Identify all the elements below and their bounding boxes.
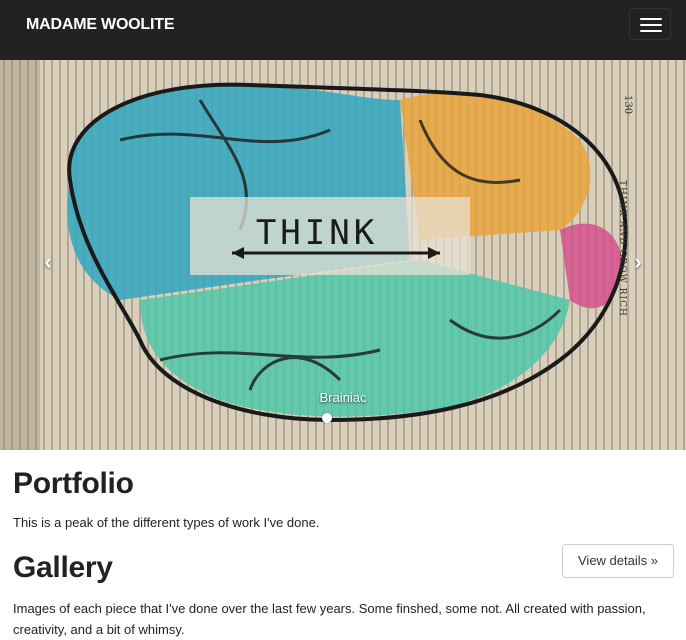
- svg-text:THINK AND GROW RICH: THINK AND GROW RICH: [617, 180, 627, 317]
- top-navbar: MADAME WOOLITE: [0, 0, 686, 60]
- portfolio-description: This is a peak of the different types of…: [13, 515, 320, 530]
- chevron-right-icon: ›: [634, 249, 642, 274]
- carousel-next-button[interactable]: ›: [626, 250, 650, 274]
- gallery-heading: Gallery: [13, 551, 113, 584]
- image-carousel: THINK 130 THINK AND GROW RICH ‹ › Braini…: [0, 60, 686, 450]
- hamburger-menu-icon-bar: [640, 24, 662, 26]
- view-details-button[interactable]: View details »: [562, 544, 674, 578]
- svg-text:THINK: THINK: [256, 213, 378, 253]
- carousel-indicator[interactable]: [322, 413, 332, 423]
- hamburger-menu-icon-bar: [640, 30, 662, 32]
- hamburger-menu-icon: [640, 18, 662, 20]
- svg-text:130: 130: [622, 95, 633, 114]
- chevron-left-icon: ‹: [44, 249, 52, 274]
- carousel-prev-button[interactable]: ‹: [36, 250, 60, 274]
- slide-caption: Brainiac: [319, 390, 367, 405]
- brand-logo[interactable]: MADAME WOOLITE: [26, 16, 174, 34]
- navbar-toggle-button[interactable]: [629, 8, 671, 40]
- gallery-description: Images of each piece that I've done over…: [13, 601, 646, 637]
- portfolio-heading: Portfolio: [13, 467, 134, 500]
